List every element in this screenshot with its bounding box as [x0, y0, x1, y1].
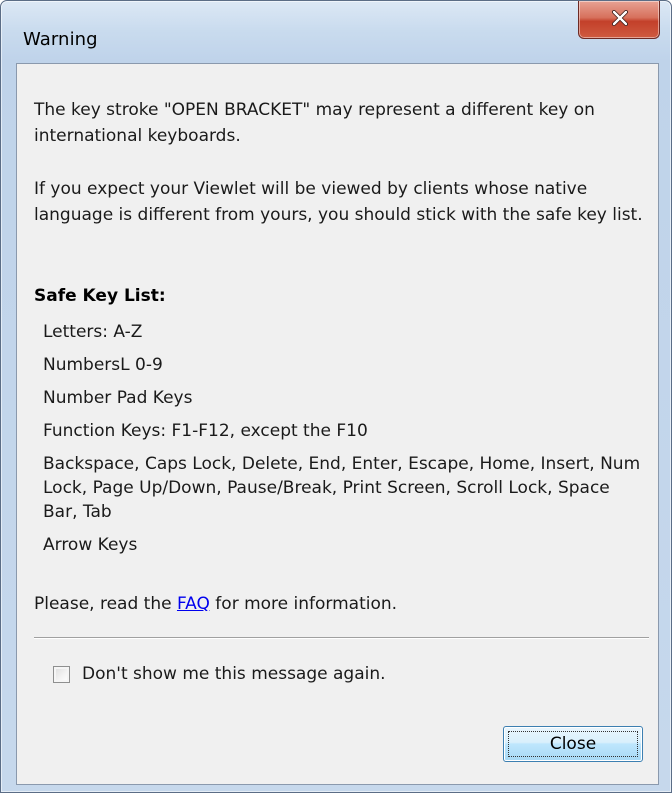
dont-show-again-label[interactable]: Don't show me this message again. [82, 664, 386, 684]
close-button-label: Close [549, 734, 597, 754]
close-icon [612, 10, 628, 26]
faq-sentence: Please, read the FAQ for more informatio… [34, 591, 397, 617]
list-item: Backspace, Caps Lock, Delete, End, Enter… [43, 454, 641, 522]
window-close-button[interactable] [578, 1, 660, 39]
window-title: Warning [23, 29, 98, 50]
faq-prefix: Please, read the [34, 594, 177, 614]
faq-suffix: for more information. [209, 594, 398, 614]
list-item: NumbersL 0-9 [43, 355, 163, 375]
list-item: Number Pad Keys [43, 388, 193, 408]
separator [34, 637, 649, 639]
close-button[interactable]: Close [503, 726, 643, 762]
list-item: Letters: A-Z [43, 322, 143, 342]
safe-key-list-heading: Safe Key List: [34, 286, 166, 306]
faq-link[interactable]: FAQ [177, 594, 210, 614]
dont-show-again-option[interactable]: Don't show me this message again. [53, 661, 386, 687]
dont-show-again-checkbox[interactable] [53, 665, 70, 683]
message-paragraph-2: If you expect your Viewlet will be viewe… [34, 179, 643, 225]
message-paragraph-1: The key stroke "OPEN BRACKET" may repres… [34, 100, 595, 146]
title-bar[interactable]: Warning [1, 1, 671, 63]
list-item: Arrow Keys [43, 535, 138, 555]
safe-key-list: Letters: A-Z NumbersL 0-9 Number Pad Key… [43, 320, 643, 557]
list-item: Function Keys: F1-F12, except the F10 [43, 421, 368, 441]
warning-dialog: Warning The key stroke "OPEN BRACKET" ma… [0, 0, 672, 793]
